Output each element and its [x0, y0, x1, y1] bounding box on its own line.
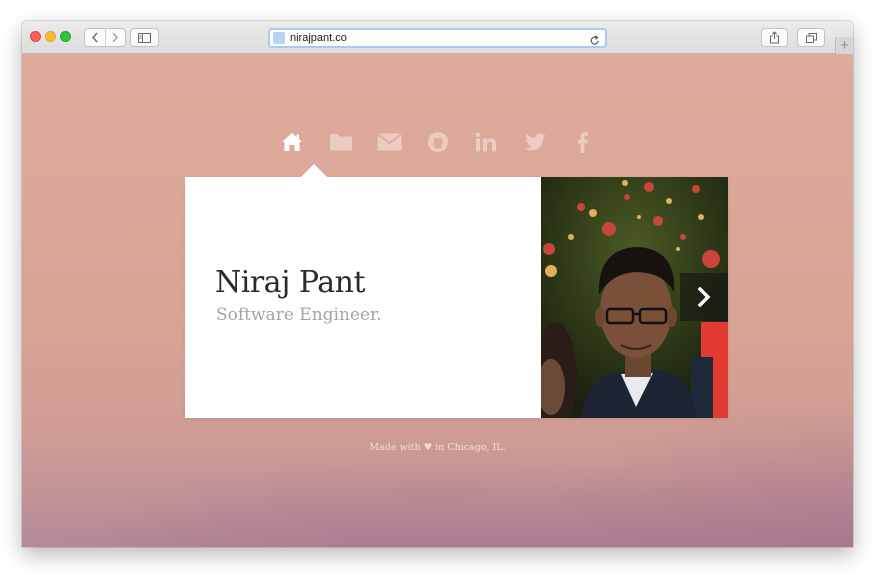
social-nav	[22, 127, 853, 157]
reload-button[interactable]	[590, 33, 600, 51]
linkedin-icon[interactable]	[462, 127, 511, 157]
home-icon[interactable]	[268, 127, 317, 157]
address-text: nirajpant.co	[290, 32, 347, 44]
close-window-button[interactable]	[30, 31, 41, 42]
profile-title: Software Engineer.	[216, 305, 382, 325]
next-photo-button[interactable]	[680, 273, 728, 321]
zoom-window-button[interactable]	[60, 31, 71, 42]
chevron-right-icon	[697, 287, 711, 307]
history-navigation	[84, 28, 126, 47]
footer-text: Made with ♥ in Chicago, IL.	[369, 442, 506, 453]
share-button[interactable]	[761, 28, 788, 47]
twitter-icon[interactable]	[510, 127, 559, 157]
reload-icon	[590, 35, 599, 45]
browser-window: nirajpant.co + Niraj Pant Software Engin…	[22, 21, 853, 547]
back-button[interactable]	[85, 29, 105, 46]
folder-icon[interactable]	[316, 127, 365, 157]
webpage: Niraj Pant Software Engineer. Made with …	[22, 54, 853, 547]
tabs-overview-button[interactable]	[797, 28, 825, 47]
minimize-window-button[interactable]	[45, 31, 56, 42]
profile-card: Niraj Pant Software Engineer.	[185, 164, 728, 418]
sidebar-toggle-button[interactable]	[130, 28, 159, 47]
github-icon[interactable]	[413, 127, 462, 157]
active-nav-pointer	[301, 164, 327, 177]
chevron-right-icon	[112, 32, 119, 43]
envelope-icon[interactable]	[365, 127, 414, 157]
profile-photo	[541, 177, 728, 418]
new-tab-button[interactable]: +	[835, 37, 853, 55]
share-icon	[769, 31, 780, 44]
chevron-left-icon	[91, 32, 98, 43]
tabs-icon	[805, 32, 817, 43]
profile-name: Niraj Pant	[215, 265, 366, 300]
forward-button[interactable]	[104, 29, 126, 46]
browser-toolbar: nirajpant.co +	[22, 21, 853, 55]
site-favicon	[273, 32, 285, 44]
facebook-icon[interactable]	[559, 127, 608, 157]
sidebar-icon	[138, 32, 151, 43]
address-bar[interactable]: nirajpant.co	[268, 28, 607, 48]
